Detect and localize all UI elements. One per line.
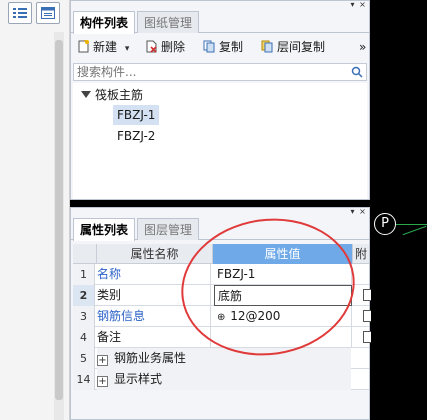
tree-item-fbzj-1[interactable]: FBZJ-1 [113, 105, 160, 125]
table-row[interactable]: 5 + 钢筋业务属性 [73, 348, 369, 369]
header-row-num [73, 244, 97, 264]
header-property-name[interactable]: 属性名称 [97, 244, 213, 264]
list-icon [13, 8, 27, 18]
list-view-button[interactable] [8, 2, 32, 24]
rebar-grade-icon: ⊕ [217, 312, 226, 323]
component-tree: 筏板主筋 FBZJ-1 FBZJ-2 [73, 83, 367, 199]
tree-root-label: 筏板主筋 [95, 88, 144, 102]
grid-header: 属性名称 属性值 附 [73, 244, 369, 264]
table-row[interactable]: 4 备注 [73, 327, 375, 348]
table-row[interactable]: 14 + 显示样式 [73, 369, 369, 390]
new-button[interactable]: 新建 ▾ [77, 38, 129, 56]
delete-label: 删除 [161, 40, 186, 54]
row-extra [353, 306, 375, 327]
tab-property-list[interactable]: 属性列表 [73, 218, 136, 241]
collapse-arrow-icon[interactable] [81, 91, 91, 98]
header-property-value[interactable]: 属性值 [213, 244, 353, 264]
property-name: 备注 [97, 327, 211, 348]
detail-view-icon [41, 7, 55, 19]
drawing-canvas[interactable] [371, 0, 427, 420]
row-number: 14 [73, 369, 95, 390]
property-name: 名称 [97, 264, 211, 285]
axis-line [396, 224, 427, 225]
row-extra [353, 264, 369, 285]
pin-icon[interactable]: ▾ [348, 208, 357, 217]
expand-plus-icon[interactable]: + [97, 376, 108, 387]
tree-root[interactable]: 筏板主筋 [73, 85, 273, 105]
panel-title-bar: ▾ × [69, 208, 369, 217]
floor-copy-button[interactable]: 层间复制 [261, 38, 325, 56]
property-value[interactable]: ⊕ 12@200 [214, 306, 352, 327]
row-number: 2 [73, 285, 95, 306]
new-file-icon [78, 40, 89, 53]
copy-button[interactable]: 复制 [203, 38, 243, 56]
row-number: 5 [73, 348, 95, 369]
component-list-panel: ▾ × 构件列表 图纸管理 新建 ▾ 删除 复制 层间复制 » 搜索构件... … [70, 0, 370, 200]
tab-drawing-management[interactable]: 图纸管理 [137, 11, 200, 33]
close-icon[interactable]: × [358, 208, 367, 217]
property-group[interactable]: + 钢筋业务属性 [97, 348, 351, 369]
delete-icon [146, 40, 157, 53]
tree-item-fbzj-2[interactable]: FBZJ-2 [113, 126, 159, 146]
row-extra [353, 327, 375, 348]
table-row[interactable]: 3 钢筋信息 ⊕ 12@200 [73, 306, 375, 327]
row-number: 3 [73, 306, 95, 327]
pin-icon[interactable]: ▾ [348, 1, 357, 10]
search-icon[interactable] [351, 66, 363, 78]
toolbar-overflow-button[interactable]: » [359, 38, 366, 56]
property-group[interactable]: + 显示样式 [97, 369, 351, 390]
new-label: 新建 [93, 40, 118, 54]
chevron-down-icon[interactable]: ▾ [125, 44, 130, 54]
tab-component-list[interactable]: 构件列表 [73, 11, 136, 34]
copy-label: 复制 [219, 40, 244, 54]
close-icon[interactable]: × [358, 1, 367, 10]
component-tabs: 构件列表 图纸管理 [71, 11, 369, 34]
detail-view-button[interactable] [36, 2, 60, 24]
component-toolbar: 新建 ▾ 删除 复制 层间复制 » [71, 34, 369, 60]
rebar-value: 12@200 [226, 309, 281, 323]
component-search [73, 63, 367, 81]
copy-icon [203, 40, 215, 53]
floor-copy-label: 层间复制 [277, 40, 326, 54]
left-tool-strip [0, 0, 70, 420]
search-input[interactable] [74, 64, 350, 80]
table-row[interactable]: 1 名称 FBZJ-1 [73, 264, 369, 285]
row-extra [353, 285, 375, 306]
row-number: 4 [73, 327, 95, 348]
header-attach[interactable]: 附 [353, 244, 369, 264]
group-label: 显示样式 [114, 372, 163, 386]
property-value[interactable]: FBZJ-1 [214, 264, 352, 285]
property-value-editor[interactable]: 底筋 [214, 285, 352, 306]
property-list-panel: ▾ × 属性列表 图层管理 属性名称 属性值 附 1 名称 FBZJ-1 2 类… [69, 207, 375, 420]
property-value[interactable] [214, 327, 352, 348]
property-tabs: 属性列表 图层管理 [71, 218, 369, 241]
left-scroll-thumb[interactable] [55, 40, 63, 400]
tab-layer-management[interactable]: 图层管理 [137, 218, 200, 240]
floor-copy-icon [261, 40, 273, 53]
delete-button[interactable]: 删除 [145, 38, 185, 56]
row-number: 1 [73, 264, 95, 285]
property-name: 类别 [97, 285, 211, 306]
axis-marker-p[interactable]: P [374, 213, 396, 235]
table-row[interactable]: 2 类别 底筋 [73, 285, 375, 306]
expand-plus-icon[interactable]: + [97, 355, 108, 366]
property-name: 钢筋信息 [97, 306, 211, 327]
panel-title-bar: ▾ × [69, 1, 369, 10]
group-label: 钢筋业务属性 [114, 351, 187, 365]
